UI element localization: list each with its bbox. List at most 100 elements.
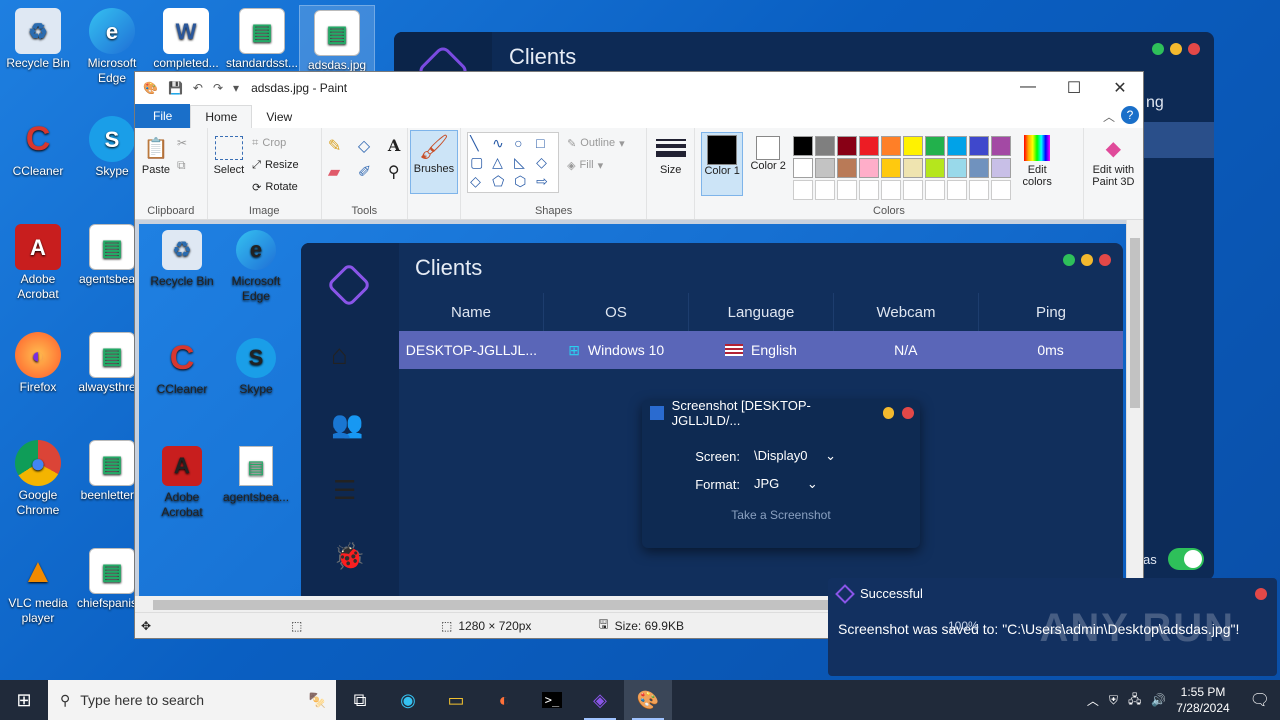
desktop-icon-adobe-acrobat[interactable]: A Adobe Acrobat [0, 224, 76, 302]
palette-swatch[interactable] [881, 136, 902, 156]
tab-view[interactable]: View [252, 106, 306, 128]
canvas-area[interactable]: ♻ Recycle Bin e Microsoft Edge C CCleane… [135, 220, 1128, 596]
color1-button[interactable]: Color 1 [701, 132, 744, 196]
search-box[interactable]: ⚲ Type here to search 🍢 [48, 680, 336, 720]
palette-swatch[interactable] [903, 136, 924, 156]
canvas-image[interactable]: ♻ Recycle Bin e Microsoft Edge C CCleane… [139, 224, 1128, 596]
taskbar-file-explorer[interactable]: ▭ [432, 680, 480, 720]
palette-swatch[interactable] [969, 136, 990, 156]
palette-swatch[interactable] [815, 136, 836, 156]
shapes-gallery[interactable]: ╲ ∿ ○ □ ▢ △ ◺ ◇ ◇ ⬠ ⬡ ⇨ [467, 132, 560, 193]
edit-paint3d-button[interactable]: ◆ Edit with Paint 3D [1090, 132, 1137, 189]
close-dot[interactable] [1188, 43, 1200, 55]
us-flag-icon [725, 344, 744, 356]
redo-icon[interactable]: ↷ [213, 81, 223, 95]
fill-dropdown[interactable]: ◈ Fill ▾ [567, 154, 625, 176]
color-picker-icon[interactable]: ✐ [358, 162, 382, 182]
desktop-icon-recycle-bin[interactable]: ♻ Recycle Bin [0, 8, 76, 71]
minimize-icon[interactable]: — [1005, 78, 1051, 98]
close-icon[interactable]: ✕ [1097, 78, 1143, 98]
clock-time: 1:55 PM [1180, 685, 1226, 699]
pencil-icon[interactable]: ✎ [328, 136, 352, 156]
ccleaner-icon: C [25, 119, 51, 158]
brushes-button[interactable]: 🖌 Brushes [409, 130, 459, 194]
taskbar-edge[interactable]: ◉ [384, 680, 432, 720]
start-button[interactable]: ⊞ [0, 680, 48, 720]
taskbar-terminal[interactable]: >_ [528, 680, 576, 720]
vertical-scrollbar[interactable] [1126, 220, 1143, 596]
save-icon[interactable]: 💾 [168, 81, 183, 95]
close-dot[interactable] [1255, 587, 1267, 600]
palette-swatch[interactable] [991, 136, 1012, 156]
recycle-bin-icon: ♻ [162, 230, 202, 270]
palette-swatch[interactable] [859, 136, 880, 156]
palette-swatch[interactable] [947, 136, 968, 156]
taskbar-paint[interactable]: 🎨 [624, 680, 672, 720]
palette-swatch[interactable] [793, 158, 814, 178]
security-icon[interactable]: ⛨ [1109, 693, 1118, 708]
desktop-icon-firefox[interactable]: ◐ Firefox [0, 332, 76, 395]
select-button[interactable]: Select [214, 132, 244, 198]
palette-swatch[interactable] [793, 136, 814, 156]
tab-home[interactable]: Home [190, 105, 253, 128]
skype-icon: S [89, 116, 135, 162]
maximize-dot [1063, 254, 1075, 266]
tab-file[interactable]: File [135, 104, 191, 128]
undo-icon[interactable]: ↶ [193, 81, 203, 95]
edit-colors-button[interactable]: Edit colors [1017, 132, 1057, 215]
ribbon: 📋 Paste ✂ ⧉ Clipboard Select ⌗ Crop ⤢ Resi… [135, 128, 1143, 220]
maximize-dot[interactable] [1152, 43, 1164, 55]
palette-swatch[interactable] [837, 136, 858, 156]
palette-swatch[interactable] [837, 158, 858, 178]
outline-dropdown[interactable]: ✎ Outline ▾ [567, 132, 625, 154]
palette-swatch[interactable] [881, 158, 902, 178]
cut-icon[interactable]: ✂ [177, 132, 187, 154]
fill-icon[interactable]: ◇ [358, 136, 382, 156]
taskbar-firefox[interactable]: ◐ [480, 680, 528, 720]
acrobat-icon: A [162, 446, 202, 486]
palette-swatch[interactable] [815, 158, 836, 178]
color2-button[interactable]: Color 2 [749, 132, 787, 215]
desktop-file-standardsst[interactable]: ▤ standardsst... [224, 8, 300, 71]
group-clipboard: 📋 Paste ✂ ⧉ Clipboard [135, 128, 208, 219]
palette-swatch[interactable] [947, 158, 968, 178]
desktop-icon-vlc[interactable]: ▲ VLC media player [0, 548, 76, 626]
desktop-file-adsdas[interactable]: ▤ adsdas.jpg [298, 5, 376, 73]
collapse-ribbon-icon[interactable]: ︿ [1103, 108, 1115, 125]
notifications-icon[interactable]: 🗨 [1250, 690, 1270, 710]
palette-swatch[interactable] [859, 158, 880, 178]
palette-swatch[interactable] [903, 158, 924, 178]
eraser-icon[interactable]: ▰ [328, 162, 352, 182]
feature-toggle[interactable] [1168, 548, 1204, 570]
palette-swatch[interactable] [925, 158, 946, 178]
paste-button[interactable]: 📋 Paste [141, 132, 171, 177]
maximize-icon[interactable]: ☐ [1051, 78, 1097, 98]
palette-swatch[interactable] [969, 158, 990, 178]
minimize-dot[interactable] [1170, 43, 1182, 55]
clock[interactable]: 1:55 PM 7/28/2024 [1176, 684, 1229, 716]
users-icon: 👥 [331, 409, 364, 439]
clients-title: Clients [509, 44, 577, 69]
desktop-file-completed[interactable]: W completed... [148, 8, 224, 71]
desktop-icon-chrome[interactable]: ● Google Chrome [0, 440, 76, 518]
network-icon[interactable]: 🖧 [1128, 690, 1141, 711]
zoom-level: 100% [948, 619, 979, 633]
size-button[interactable]: Size [653, 132, 688, 176]
inner-icon-acrobat: A Adobe Acrobat [145, 446, 219, 520]
resize-icon: ⤢ [252, 158, 261, 171]
rotate-button[interactable]: ⟳ Rotate [252, 176, 298, 198]
copy-icon[interactable]: ⧉ [177, 154, 187, 176]
resize-button[interactable]: ⤢ Resize [252, 154, 298, 176]
chevron-up-icon[interactable]: ︿ [1087, 692, 1099, 709]
palette-swatch[interactable] [925, 136, 946, 156]
image-file-icon: ▤ [239, 8, 285, 54]
crop-button[interactable]: ⌗ Crop [252, 132, 298, 154]
palette-swatch[interactable] [991, 158, 1012, 178]
customize-qat-icon[interactable]: ▾ [233, 81, 239, 95]
task-view-button[interactable]: ⧉ [336, 680, 384, 720]
taskbar-clients-app[interactable]: ◈ [576, 680, 624, 720]
desktop-icon-ccleaner[interactable]: C CCleaner [0, 116, 76, 179]
help-icon[interactable]: ? [1121, 106, 1139, 124]
scroll-thumb[interactable] [1130, 238, 1140, 408]
volume-icon[interactable]: 🔊 [1151, 693, 1166, 707]
